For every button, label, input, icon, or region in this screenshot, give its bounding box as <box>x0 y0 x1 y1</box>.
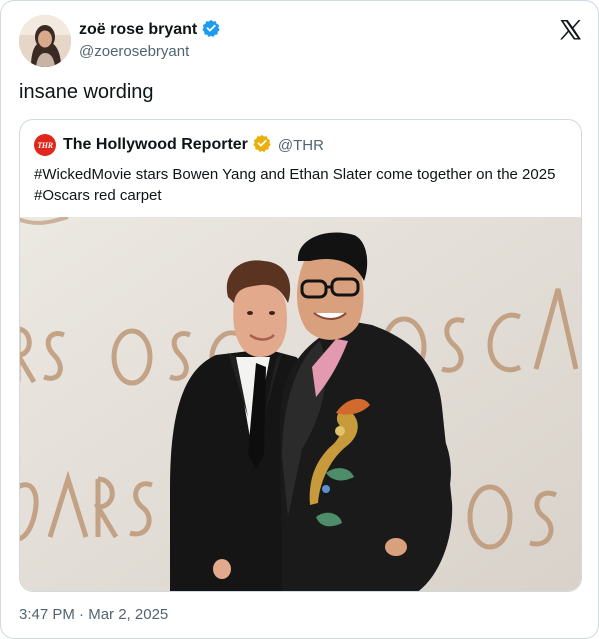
quoted-handle[interactable]: @THR <box>278 137 324 154</box>
timestamp-separator: · <box>79 606 85 623</box>
quoted-display-name[interactable]: The Hollywood Reporter <box>63 136 248 154</box>
thr-logo[interactable]: THR <box>34 134 56 156</box>
avatar[interactable] <box>19 15 71 67</box>
verified-badge-icon <box>202 19 220 42</box>
tweet-time[interactable]: 3:47 PM <box>19 606 75 623</box>
tweet-date[interactable]: Mar 2, 2025 <box>88 606 168 623</box>
author-display-name[interactable]: zoë rose bryant <box>79 21 197 39</box>
tweet-header: zoë rose bryant @zoerosebryant <box>19 15 584 69</box>
author-handle[interactable]: @zoerosebryant <box>79 43 220 60</box>
quoted-header: THR The Hollywood Reporter @THR <box>34 134 324 156</box>
author-names: zoë rose bryant @zoerosebryant <box>79 19 220 60</box>
x-logo-icon[interactable] <box>558 18 582 42</box>
quoted-text: #WickedMovie stars Bowen Yang and Ethan … <box>34 166 556 204</box>
verified-badge-icon <box>253 134 271 157</box>
tweet-timestamp: 3:47 PM · Mar 2, 2025 <box>19 606 168 623</box>
tweet-card: zoë rose bryant @zoerosebryant insane wo… <box>0 0 599 639</box>
tweet-text: insane wording <box>19 81 154 103</box>
red-carpet-photo[interactable] <box>20 217 581 591</box>
quoted-tweet[interactable]: THR The Hollywood Reporter @THR #WickedM… <box>19 119 582 592</box>
